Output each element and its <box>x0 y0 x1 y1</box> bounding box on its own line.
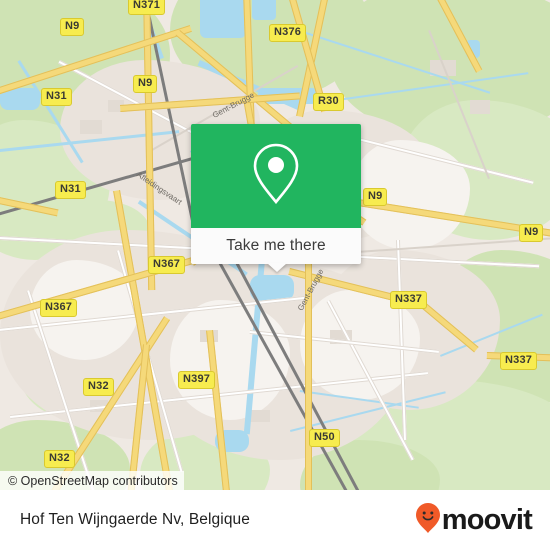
road-shield: N367 <box>40 299 78 317</box>
road-shield: N9 <box>363 188 388 206</box>
screenshot-root: Gent-Brugge Afleidingsvaart Gent-Brugge N3… <box>0 0 550 550</box>
map-canvas[interactable]: Gent-Brugge Afleidingsvaart Gent-Brugge N3… <box>0 0 550 490</box>
osm-attribution[interactable]: © OpenStreetMap contributors <box>0 471 184 490</box>
moovit-smiley-pin-icon <box>415 502 441 539</box>
moovit-logo[interactable]: moovit <box>415 502 533 539</box>
popup-header <box>191 124 361 228</box>
attribution-text: © OpenStreetMap contributors <box>8 473 178 488</box>
road-shield: N367 <box>148 256 186 274</box>
road-shield: N31 <box>55 181 86 199</box>
road-shield: N31 <box>41 88 72 106</box>
road-shield: N371 <box>128 0 166 15</box>
take-me-there-label: Take me there <box>226 237 326 254</box>
road-shield: N9 <box>60 18 85 36</box>
road-shield: N397 <box>178 371 216 389</box>
road-shield: N50 <box>309 429 340 447</box>
popup-action-row[interactable]: Take me there <box>191 228 361 264</box>
footer-content: Hof Ten Wijngaerde Nv, Belgique moovit <box>0 490 550 550</box>
place-name-label: Hof Ten Wijngaerde Nv, Belgique <box>20 511 250 528</box>
road-shield: N337 <box>390 291 428 309</box>
road-shield: N9 <box>519 224 544 242</box>
road-shield: N337 <box>500 352 538 370</box>
road-shield: N376 <box>269 24 307 42</box>
destination-popup-card[interactable]: Take me there <box>191 124 361 272</box>
road-shield: N32 <box>44 450 75 468</box>
footer-bar: Hof Ten Wijngaerde Nv, Belgique moovit <box>0 490 550 550</box>
road-shield: N32 <box>83 378 114 396</box>
popup-pointer-tail <box>267 263 287 272</box>
location-pin-icon <box>249 141 303 212</box>
road-shield: N9 <box>133 75 158 93</box>
moovit-wordmark: moovit <box>441 503 533 536</box>
road-shield: R30 <box>313 93 344 111</box>
